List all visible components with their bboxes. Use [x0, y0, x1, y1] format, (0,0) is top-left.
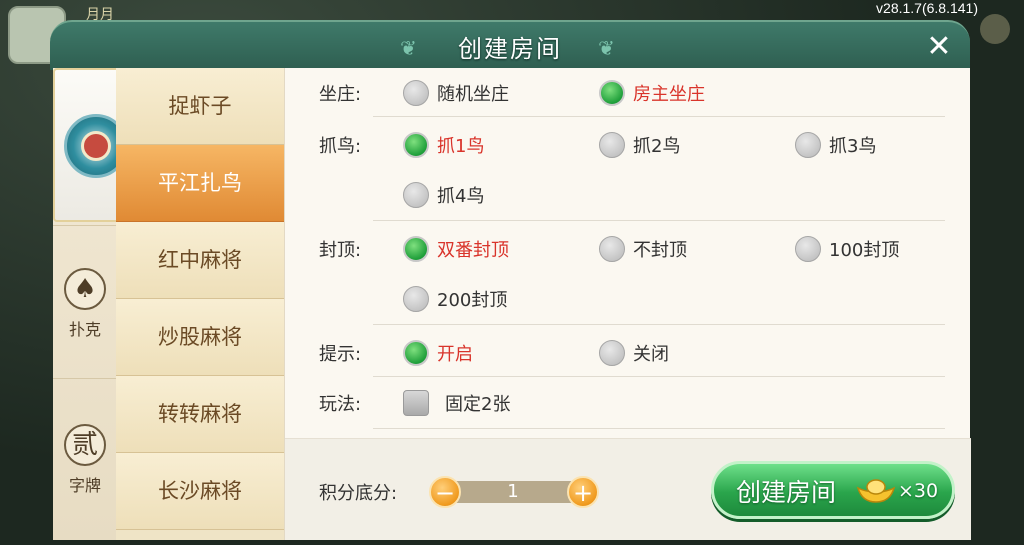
radio-unselected	[599, 132, 625, 158]
radio-unselected	[403, 182, 429, 208]
game-item-pingjiangzhaniao[interactable]: 平江扎鸟	[116, 145, 284, 222]
game-item-hongzhong[interactable]: 红中麻将	[116, 222, 284, 299]
category-zipai[interactable]: 贰 字牌	[53, 424, 117, 496]
game-item-zhuoxiazi[interactable]: 捉虾子	[116, 68, 284, 145]
decrease-score-button[interactable]: −	[429, 476, 461, 508]
divider	[53, 378, 117, 379]
base-score-label: 积分底分:	[319, 483, 398, 504]
radio-selected	[403, 236, 429, 262]
category-label: 字牌	[68, 476, 101, 495]
fengding-option[interactable]: 双番封顶	[403, 234, 509, 264]
wanfa-label: 玩法:	[319, 394, 362, 415]
fengding-option[interactable]: 100封顶	[795, 234, 899, 264]
checkbox-unchecked	[403, 390, 429, 416]
spade-icon: ♠	[64, 268, 106, 310]
divider	[53, 225, 117, 226]
options-scroll-area[interactable]: 坐庄: 随机坐庄 房主坐庄 抓鸟: 抓1鸟 抓2鸟 抓3鸟 抓4鸟 封顶: 双番…	[285, 68, 971, 438]
category-mahjong[interactable]	[53, 68, 128, 222]
game-item-zhuanzhuan[interactable]: 转转麻将	[116, 376, 284, 453]
options-panel: 坐庄: 随机坐庄 房主坐庄 抓鸟: 抓1鸟 抓2鸟 抓3鸟 抓4鸟 封顶: 双番…	[284, 68, 971, 540]
category-poker[interactable]: ♠ 扑克	[53, 268, 117, 340]
radio-unselected	[795, 236, 821, 262]
create-room-label: 创建房间	[736, 478, 837, 507]
gold-ingot-icon	[856, 479, 896, 503]
radio-unselected	[795, 132, 821, 158]
divider	[373, 428, 945, 429]
game-item-chaogu[interactable]: 炒股麻将	[116, 299, 284, 376]
radio-selected	[599, 80, 625, 106]
category-label: 扑克	[68, 320, 101, 339]
dialog-title: 创建房间	[458, 35, 562, 63]
tishi-option[interactable]: 开启	[403, 338, 473, 368]
version-label: v28.1.7(6.8.141)	[876, 0, 978, 16]
game-list: 捉虾子 平江扎鸟 红中麻将 炒股麻将 转转麻将 长沙麻将	[116, 68, 284, 540]
room-cost: ×30	[898, 480, 939, 502]
close-button[interactable]: ✕	[922, 30, 956, 64]
zhuaniao-option[interactable]: 抓1鸟	[403, 130, 484, 160]
radio-unselected	[403, 286, 429, 312]
increase-score-button[interactable]: +	[567, 476, 599, 508]
gear-icon	[980, 14, 1010, 44]
fengding-option[interactable]: 不封顶	[599, 234, 687, 264]
divider	[373, 220, 945, 221]
divider	[373, 324, 945, 325]
base-score-value: 1	[455, 481, 571, 503]
radio-unselected	[599, 340, 625, 366]
create-room-dialog: ❦ 创建房间 ❦ ✕ ♠ 扑克 贰 字牌 捉虾子 平江扎鸟 红中麻将 炒股麻将 …	[50, 20, 971, 540]
zipai-icon: 贰	[64, 424, 106, 466]
radio-unselected	[403, 80, 429, 106]
fengding-label: 封顶:	[319, 240, 362, 261]
divider	[373, 116, 945, 117]
category-strip: ♠ 扑克 贰 字牌	[53, 68, 135, 540]
radio-selected	[403, 132, 429, 158]
radio-unselected	[599, 236, 625, 262]
zuozhuang-label: 坐庄:	[319, 84, 362, 105]
fengding-option[interactable]: 200封顶	[403, 284, 507, 314]
create-room-button[interactable]: 创建房间 ×30	[711, 461, 955, 519]
wanfa-option[interactable]: 固定2张	[403, 388, 510, 418]
game-item-changsha[interactable]: 长沙麻将	[116, 453, 284, 530]
divider	[373, 376, 945, 377]
tishi-label: 提示:	[319, 344, 362, 365]
zhuaniao-option[interactable]: 抓3鸟	[795, 130, 876, 160]
zhuaniao-label: 抓鸟:	[319, 136, 362, 157]
radio-selected	[403, 340, 429, 366]
zhuaniao-option[interactable]: 抓2鸟	[599, 130, 680, 160]
zuozhuang-option[interactable]: 随机坐庄	[403, 78, 509, 108]
bottom-bar: 积分底分: 1 − + 创建房间 ×30	[285, 438, 971, 540]
tishi-option[interactable]: 关闭	[599, 338, 669, 368]
dialog-title-bar: ❦ 创建房间 ❦ ✕	[50, 20, 970, 70]
zuozhuang-option[interactable]: 房主坐庄	[599, 78, 705, 108]
ornament-icon: ❦	[598, 36, 615, 60]
zhuaniao-option[interactable]: 抓4鸟	[403, 180, 484, 210]
